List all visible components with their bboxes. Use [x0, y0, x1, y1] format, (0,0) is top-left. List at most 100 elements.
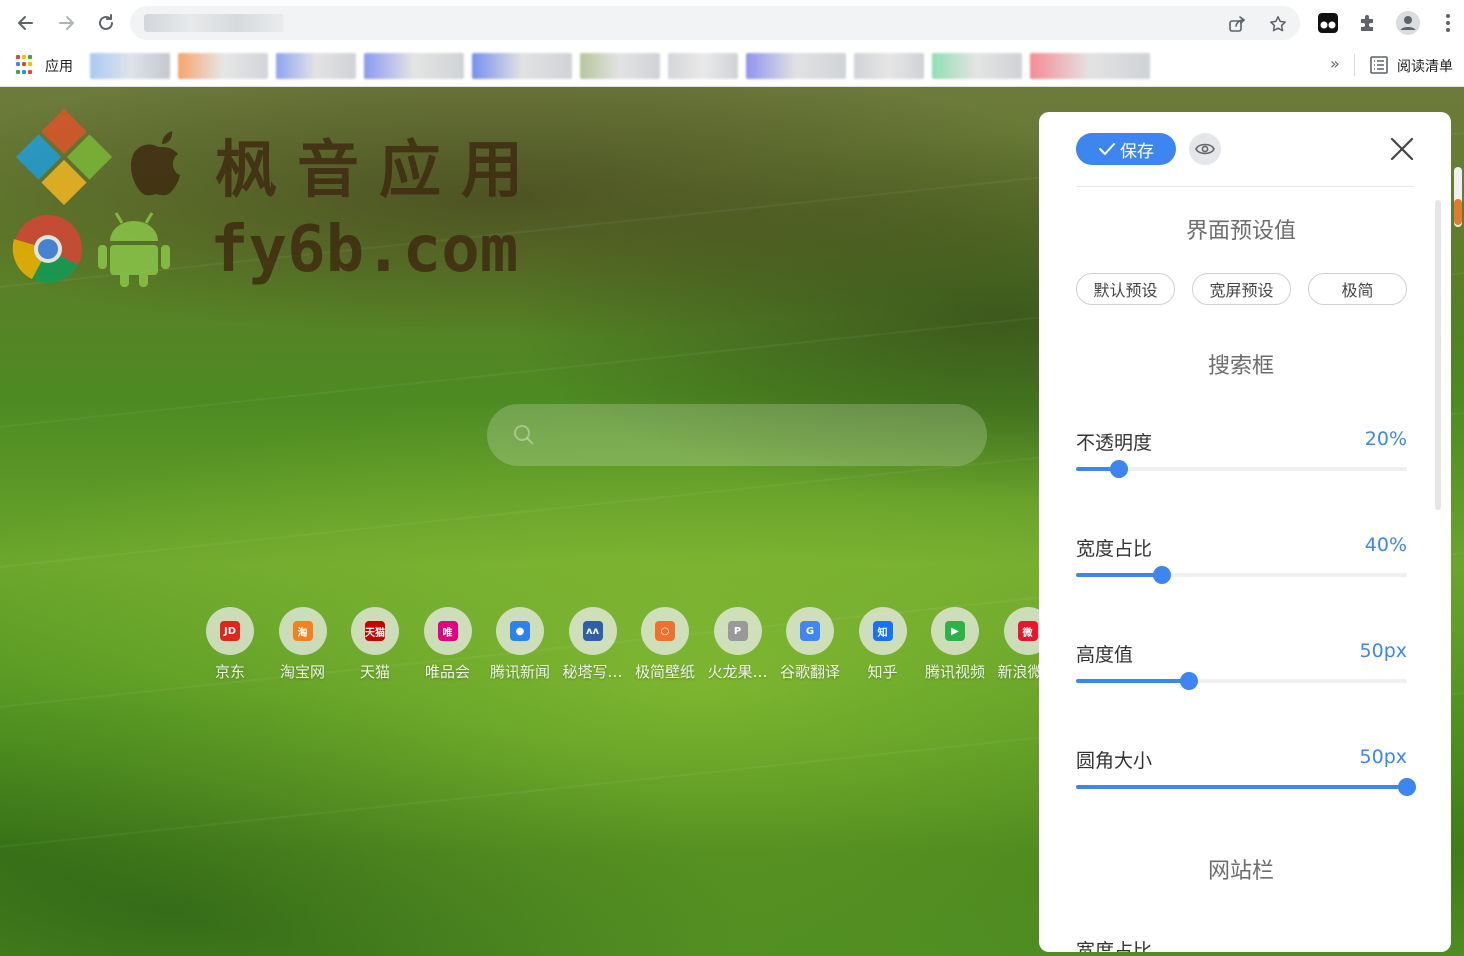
site-logo-icon: ʌʌ [582, 621, 603, 641]
site-icon: ʌʌ [568, 607, 617, 655]
page-scrollbar-thumb[interactable] [1454, 199, 1462, 225]
site-icon: 唯 [423, 607, 472, 655]
bookmarks-overflow-button[interactable]: » [1330, 54, 1340, 73]
interface-presets-title: 界面预设值 [1185, 219, 1296, 244]
site-label: 京东 [214, 663, 245, 681]
site-shortcut[interactable]: 微新浪微博 [992, 607, 1044, 682]
site-shortcut[interactable]: 淘淘宝网 [267, 607, 339, 682]
site-shortcut[interactable]: ▶ 腾讯视频 [919, 607, 991, 682]
bookmark-star-button[interactable] [1268, 14, 1288, 34]
sites-section-title: 网站栏 [1207, 859, 1274, 884]
site-label: 极简壁纸 [634, 663, 695, 681]
panel-divider [1076, 186, 1414, 187]
site-logo-icon: 天猫 [365, 621, 385, 641]
site-shortcut[interactable]: ʌʌ 秘塔写… [557, 607, 629, 682]
close-panel-button[interactable] [1387, 134, 1417, 164]
site-logo-icon: G [800, 621, 820, 641]
apps-grid-icon[interactable] [16, 55, 36, 75]
site-logo-icon: 淘 [292, 621, 313, 641]
chrome-logo-icon [12, 215, 82, 283]
slider-handle[interactable] [1179, 672, 1198, 690]
search-input[interactable] [487, 404, 987, 466]
option-label: 圆角大小 [1076, 750, 1153, 772]
share-icon [1229, 16, 1246, 32]
reload-icon [99, 14, 113, 30]
settings-panel: 保存 界面预设值 默认预设 宽屏预设 极简 搜索框 不透明度 20% 宽度占比 40%… [1039, 112, 1451, 952]
share-button[interactable] [1227, 14, 1247, 34]
watermark-domain: fy6b.com [210, 213, 519, 287]
site-logo-icon: 唯 [437, 621, 458, 641]
slider-fill [1076, 785, 1407, 789]
site-shortcut[interactable]: 唯唯品会 [412, 607, 484, 682]
reading-list-label[interactable]: 阅读清单 [1397, 56, 1453, 76]
site-icon: G [786, 607, 834, 655]
site-icon: 微 [1003, 607, 1044, 655]
site-logo-icon: ▶ [945, 621, 965, 641]
bookmarks-bar: 应用 » 阅读清单 [0, 45, 1464, 87]
browser-toolbar [0, 0, 1464, 45]
reading-list-icon[interactable] [1369, 55, 1389, 75]
tampermonkey-icon [1318, 13, 1338, 33]
option-value: 20% [1364, 428, 1407, 450]
apple-logo-icon [130, 131, 180, 196]
profile-button[interactable] [1395, 10, 1421, 36]
site-icon: JD [206, 607, 254, 655]
page-scrollbar[interactable] [1454, 167, 1462, 227]
preset-default-button[interactable]: 默认预设 [1076, 273, 1175, 305]
search-icon [514, 425, 534, 445]
avatar-icon [1396, 11, 1420, 35]
site-logo-icon: ○ [655, 621, 675, 641]
panel-scrollbar[interactable] [1435, 200, 1441, 510]
option-slider[interactable] [1076, 778, 1416, 796]
back-button[interactable] [11, 8, 41, 38]
bookmarks-redacted[interactable] [90, 49, 1300, 83]
site-icon: ● [496, 607, 544, 655]
arrow-left-icon [18, 16, 33, 30]
site-shortcuts-bar: JD 京东 淘淘宝网 天猫 天猫唯唯品会 ● 腾讯新闻 ʌʌ 秘塔写… ○ 极简壁纸 P 火龙果… G 谷歌… [194, 607, 1044, 687]
preset-minimal-button[interactable]: 极简 [1308, 273, 1407, 305]
slider-handle[interactable] [1398, 778, 1416, 796]
preview-toggle-button[interactable] [1189, 133, 1221, 165]
windows-logo-icon [16, 109, 112, 205]
forward-button[interactable] [51, 8, 81, 38]
eye-icon [1195, 143, 1215, 155]
star-icon [1270, 16, 1286, 32]
extension-tampermonkey-button[interactable] [1315, 10, 1341, 36]
site-shortcut[interactable]: 天猫 天猫 [339, 607, 411, 682]
slider-handle[interactable] [1110, 460, 1129, 478]
extensions-button[interactable] [1355, 10, 1381, 36]
option-slider[interactable] [1076, 460, 1407, 478]
option-label: 高度值 [1076, 644, 1134, 666]
slider-handle[interactable] [1153, 566, 1172, 584]
watermark-title: 枫音应用 [215, 133, 544, 206]
search-section-title: 搜索框 [1207, 354, 1274, 379]
site-label: 腾讯视频 [924, 663, 985, 681]
preset-widescreen-button[interactable]: 宽屏预设 [1192, 273, 1291, 305]
address-bar[interactable] [130, 6, 1300, 40]
site-shortcut[interactable]: P 火龙果… [702, 607, 774, 682]
site-icon: ▶ [931, 607, 979, 655]
site-icon: P [713, 607, 762, 655]
site-logo-icon: 微 [1017, 621, 1038, 641]
option-slider[interactable] [1076, 566, 1407, 584]
site-shortcut[interactable]: G 谷歌翻译 [774, 607, 846, 682]
site-label: 谷歌翻译 [779, 663, 840, 681]
reload-button[interactable] [91, 8, 121, 38]
save-button-label: 保存 [1120, 141, 1154, 161]
puzzle-icon [1361, 15, 1373, 31]
bookmarks-divider [1354, 54, 1355, 76]
site-shortcut[interactable]: ● 腾讯新闻 [484, 607, 556, 682]
site-logo-icon: P [727, 621, 748, 641]
option-value: 50px [1359, 640, 1407, 662]
site-shortcut[interactable]: 知知乎 [847, 607, 919, 682]
browser-menu-button[interactable] [1435, 10, 1461, 36]
apps-bookmark-label[interactable]: 应用 [45, 56, 73, 76]
option-slider[interactable] [1076, 672, 1407, 690]
site-icon: 天猫 [351, 607, 399, 655]
save-button[interactable]: 保存 [1076, 133, 1176, 165]
slider-fill [1076, 573, 1163, 577]
site-icon: ○ [641, 607, 689, 655]
site-label: 火龙果… [707, 663, 768, 681]
site-shortcut[interactable]: JD 京东 [194, 607, 266, 682]
site-shortcut[interactable]: ○ 极简壁纸 [629, 607, 701, 682]
